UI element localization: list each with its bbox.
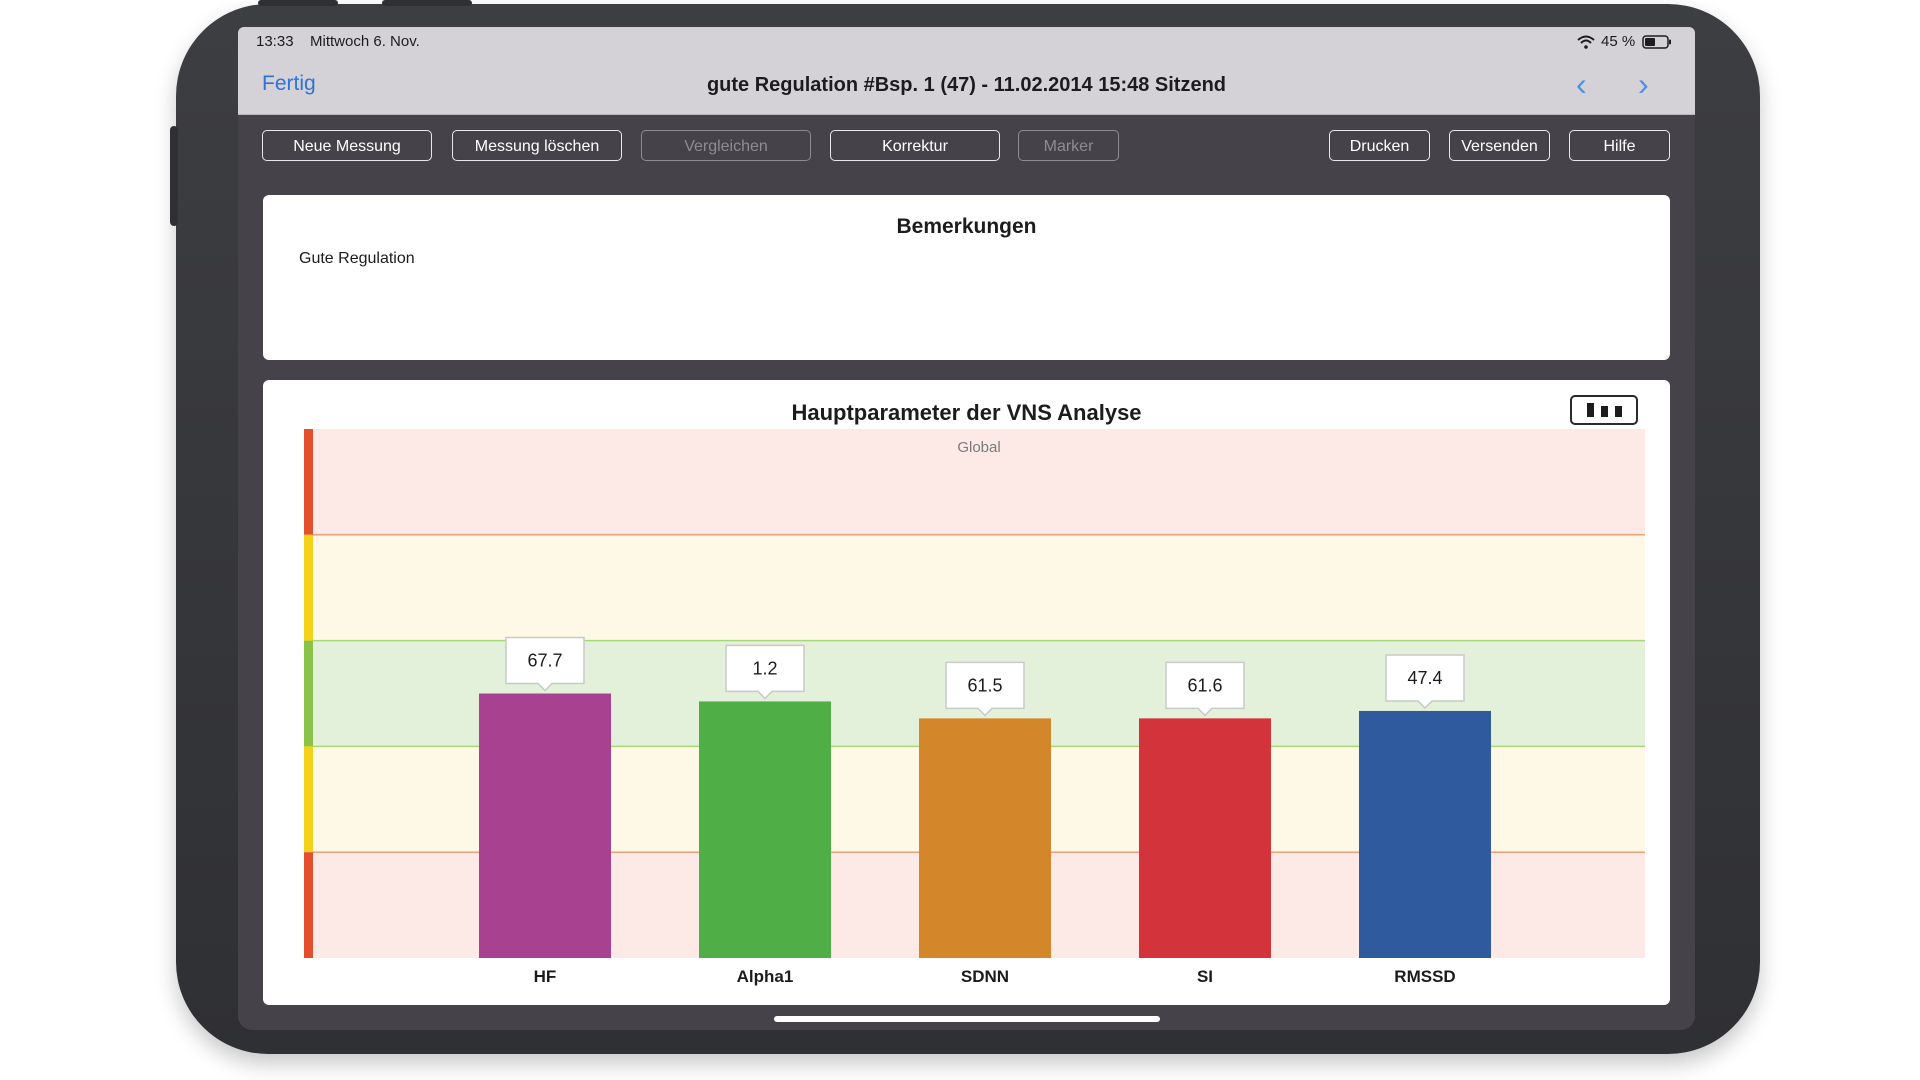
x-tick-label: SI [1197, 967, 1213, 986]
compare-button[interactable]: Vergleichen [641, 130, 811, 161]
top-hardware-button [258, 0, 338, 6]
data-label: 47.4 [1407, 668, 1442, 688]
top-hardware-button [382, 0, 472, 6]
x-tick-label: RMSSD [1394, 967, 1455, 986]
chart-bar [1359, 710, 1491, 958]
status-time: 13:33 [256, 33, 294, 50]
home-indicator[interactable] [774, 1016, 1160, 1022]
remarks-title: Bemerkungen [896, 215, 1037, 238]
x-tick-label: Alpha1 [737, 967, 794, 986]
x-tick-label: HF [534, 967, 557, 986]
chart-zone-label: Global [957, 439, 1000, 456]
navigation-bar: Fertig gute Regulation #Bsp. 1 (47) - 11… [238, 57, 1695, 115]
remarks-text[interactable]: Gute Regulation [299, 250, 415, 268]
previous-arrow-icon[interactable]: ‹ [1576, 67, 1587, 101]
chart-zone-band [313, 534, 1645, 641]
chart-zone-edge [304, 534, 313, 641]
next-arrow-icon[interactable]: › [1638, 67, 1649, 101]
chart-bar [1139, 718, 1271, 958]
bar-chart: Global 67.7 HF 1.2 Alpha1 61.5 SDNN 61.6 SI 47.4 R… [304, 429, 1645, 986]
send-button[interactable]: Versenden [1449, 130, 1550, 161]
app-screen: 13:33 Mittwoch 6. Nov. 45 % Fertig gute … [238, 27, 1695, 1030]
battery-percentage: 45 % [1601, 33, 1636, 50]
chart-zone-edge [304, 640, 313, 747]
chart-panel: Hauptparameter der VNS Analyse Global 67.… [263, 380, 1670, 1005]
chart-zone-edge [304, 429, 313, 535]
side-hardware-button [170, 126, 178, 226]
toolbar: Neue Messung Messung löschen Vergleichen… [238, 115, 1695, 175]
chart-bar [699, 701, 831, 958]
new-measurement-button[interactable]: Neue Messung [262, 130, 432, 161]
wifi-icon [1577, 35, 1595, 49]
help-button[interactable]: Hilfe [1569, 130, 1670, 161]
data-label: 1.2 [752, 658, 777, 678]
print-button[interactable]: Drucken [1329, 130, 1430, 161]
status-bar: 13:33 Mittwoch 6. Nov. 45 % [238, 27, 1695, 57]
chart-zone-edge [304, 852, 313, 958]
chart-bar [479, 693, 611, 958]
chart-bar [919, 718, 1051, 958]
chart-zone-edge [304, 746, 313, 853]
data-label: 61.5 [967, 675, 1002, 695]
delete-measurement-button[interactable]: Messung löschen [452, 130, 622, 161]
battery-icon [1642, 35, 1671, 49]
status-date: Mittwoch 6. Nov. [310, 33, 420, 50]
marker-button[interactable]: Marker [1018, 130, 1119, 161]
correction-button[interactable]: Korrektur [830, 130, 1000, 161]
data-label: 67.7 [527, 651, 562, 671]
page-title: gute Regulation #Bsp. 1 (47) - 11.02.201… [706, 74, 1227, 96]
remarks-panel: Bemerkungen Gute Regulation [263, 195, 1670, 360]
data-label: 61.6 [1187, 675, 1222, 695]
x-tick-label: SDNN [961, 967, 1009, 986]
